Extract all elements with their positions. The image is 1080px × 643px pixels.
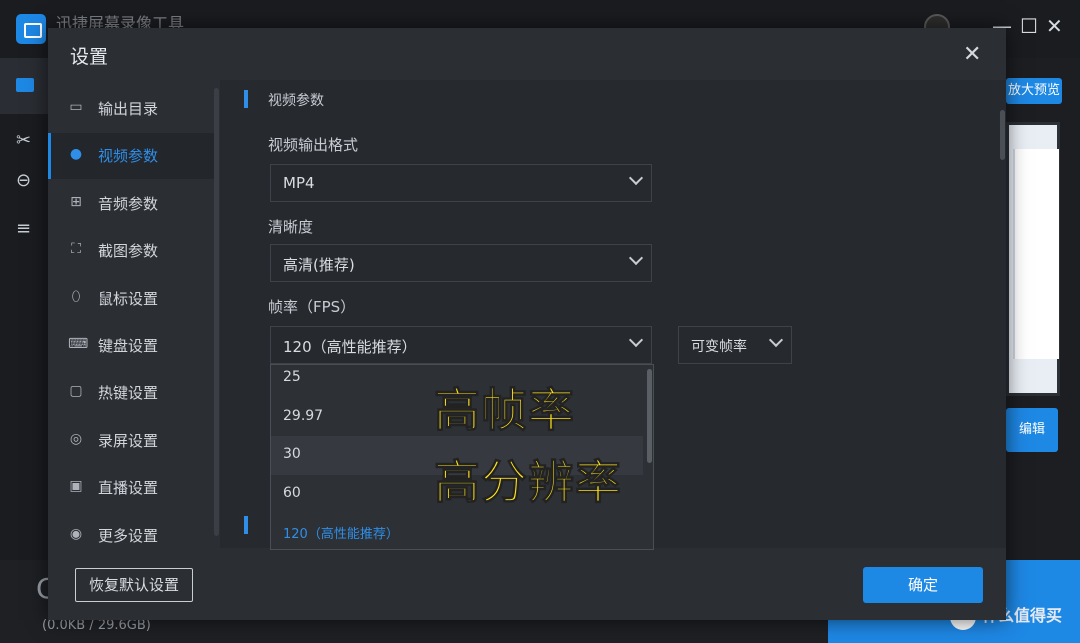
sidebar-item-hotkey[interactable]: ▢ 热键设置 (48, 370, 214, 416)
dropdown-scrollbar[interactable] (647, 369, 652, 463)
audio-icon: ⊞ (70, 193, 82, 210)
sidebar-item-label: 更多设置 (98, 526, 159, 545)
fps-option-label: 30 (283, 446, 301, 462)
chevron-down-icon (628, 332, 644, 348)
screenshot-icon: ⛶ (71, 241, 81, 258)
video-icon: ● (69, 146, 83, 163)
sidebar-item-label: 键盘设置 (98, 337, 159, 355)
more-settings-icon: ◉ (69, 525, 83, 542)
overlay-caption-fps: 高帧率 (434, 383, 575, 438)
confirm-button[interactable]: 确定 (863, 567, 983, 603)
format-label: 视频输出格式 (268, 136, 359, 154)
sidebar-item-audio[interactable]: ⊞ 音频参数 (48, 181, 214, 227)
sidebar-item-label: 截图参数 (98, 242, 159, 261)
fps-mode-value: 可变帧率 (691, 339, 747, 355)
quality-select[interactable]: 高清(推荐) (270, 244, 652, 282)
format-select[interactable]: MP4 (270, 164, 652, 202)
sidebar-item-more-settings[interactable]: ◉ 更多设置 (48, 513, 214, 559)
preview-thumbnail (1006, 122, 1060, 396)
fps-option-label: 29.97 (283, 407, 324, 424)
camera-icon (16, 78, 34, 92)
settings-sidebar: ▭ 输出目录 ● 视频参数 ⊞ 音频参数 ⛶ 截图参数 ⬯ 鼠标设置 ⌨ 键盘设置 ▢ 热键设置 ◎ 录屏设置… (48, 86, 214, 560)
sidebar-item-label: 热键设置 (98, 384, 159, 403)
app-logo-icon (16, 14, 46, 44)
close-dialog-button[interactable]: ✕ (963, 42, 981, 67)
format-value: MP4 (283, 174, 315, 192)
record-video-nav-item[interactable] (0, 58, 48, 114)
close-app-button[interactable]: ✕ (1046, 16, 1063, 36)
list-icon[interactable]: ≡ (16, 218, 31, 239)
app-left-nav: ✂ ⊖ ≡ (0, 58, 48, 643)
overlay-caption-resolution: 高分辨率 (434, 455, 622, 510)
section-marker-2 (244, 516, 248, 534)
back-icon[interactable]: ⊖ (16, 170, 31, 191)
fps-mode-select[interactable]: 可变帧率 (678, 326, 792, 364)
sidebar-item-screenshot[interactable]: ⛶ 截图参数 (48, 228, 214, 274)
fps-option-label: 60 (283, 484, 301, 501)
quality-label: 清晰度 (268, 218, 314, 236)
storage-info: (0.0KB / 29.6GB) (42, 618, 151, 633)
sidebar-item-label: 鼠标设置 (98, 289, 159, 308)
content-scrollbar[interactable] (1000, 110, 1005, 160)
live-icon: ▣ (69, 478, 83, 495)
folder-icon: ▭ (69, 99, 83, 115)
section-marker (244, 90, 248, 108)
sidebar-item-label: 视频参数 (98, 147, 159, 166)
fps-option-label: 120（高性能推荐） (283, 527, 399, 542)
mouse-icon: ⬯ (71, 288, 81, 305)
sidebar-item-label: 音频参数 (98, 194, 159, 213)
section-title: 视频参数 (268, 93, 324, 109)
fps-value: 120（高性能推荐） (283, 338, 417, 356)
fps-option-label: 25 (283, 369, 301, 385)
reset-defaults-button[interactable]: 恢复默认设置 (75, 568, 193, 602)
tools-icon[interactable]: ✂ (16, 130, 31, 151)
preview-button[interactable]: 放大预览 (1006, 78, 1062, 104)
sidebar-item-folder[interactable]: ▭ 输出目录 (48, 86, 214, 132)
chevron-down-icon (628, 250, 644, 266)
app-window: 迅捷屏幕录像工具 — ☐ ✕ ✂ ⊖ ≡ 放大预览 编辑 C (0.0KB / … (0, 0, 1080, 643)
fps-option[interactable]: 120（高性能推荐） (271, 513, 643, 552)
dialog-title: 设置 (70, 46, 109, 68)
keyboard-icon: ⌨ (68, 336, 89, 352)
record-icon: ◎ (69, 430, 83, 447)
fps-label: 帧率（FPS） (268, 298, 356, 316)
quality-value: 高清(推荐) (283, 256, 355, 274)
sidebar-item-live[interactable]: ▣ 直播设置 (48, 465, 214, 511)
edit-button[interactable]: 编辑 (1006, 408, 1058, 452)
maximize-button[interactable]: ☐ (1020, 16, 1038, 36)
sidebar-item-label: 输出目录 (98, 100, 159, 118)
sidebar-item-video[interactable]: ● 视频参数 (48, 133, 214, 180)
sidebar-item-label: 直播设置 (98, 479, 159, 498)
sidebar-item-record[interactable]: ◎ 录屏设置 (48, 418, 214, 464)
chevron-down-icon (628, 170, 644, 186)
hotkey-icon: ▢ (69, 383, 83, 400)
sidebar-item-label: 录屏设置 (98, 431, 159, 450)
sidebar-item-keyboard[interactable]: ⌨ 键盘设置 (48, 323, 214, 369)
sidebar-item-mouse[interactable]: ⬯ 鼠标设置 (48, 276, 214, 322)
sidebar-scrollbar[interactable] (214, 88, 219, 536)
chevron-down-icon (768, 332, 784, 348)
